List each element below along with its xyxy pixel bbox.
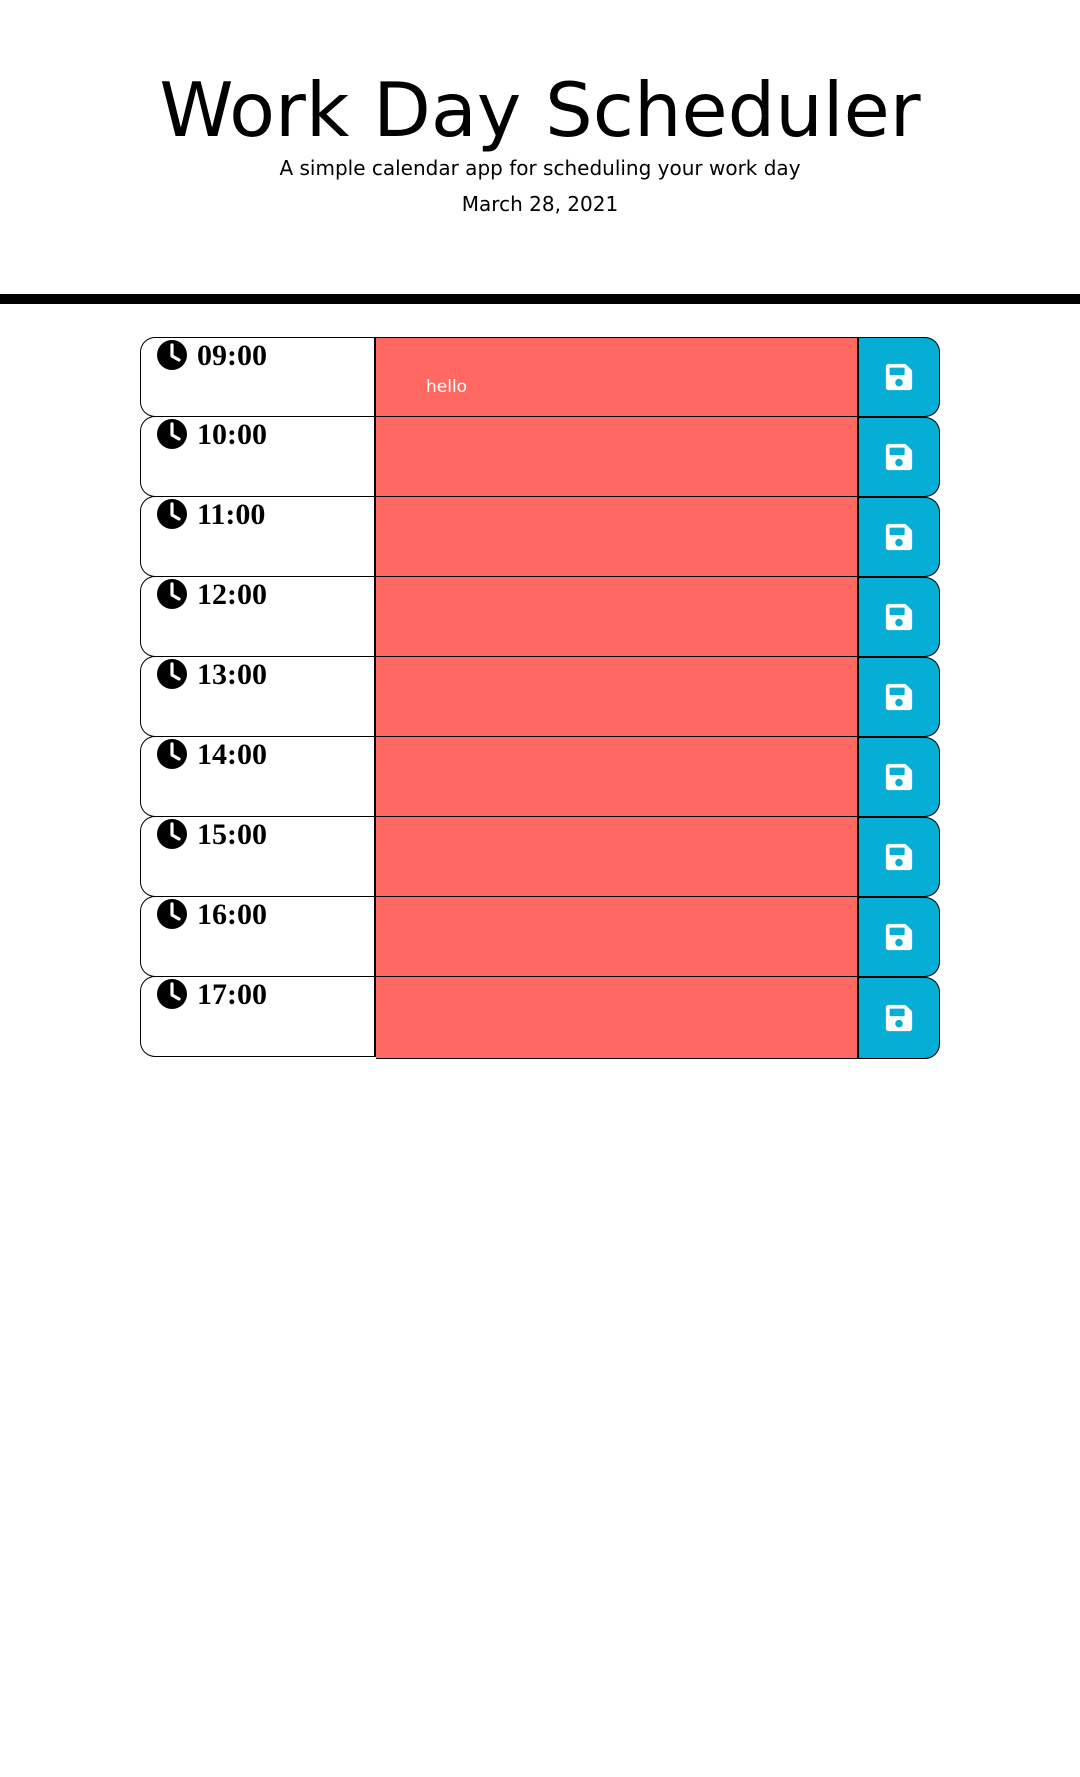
timeblock-row: 14:00 [140, 736, 940, 817]
floppy-disk-icon [885, 1004, 913, 1032]
hour-label: 10:00 [197, 418, 267, 451]
hour-label-cell: 13:00 [140, 656, 376, 737]
timeblock-row: 15:00 [140, 816, 940, 897]
timeblock-row: 11:00 [140, 496, 940, 577]
timeblock-row: 13:00 [140, 656, 940, 737]
floppy-disk-icon [885, 923, 913, 951]
clock-icon [157, 979, 187, 1009]
floppy-disk-icon [885, 363, 913, 391]
hour-label-cell: 15:00 [140, 816, 376, 897]
floppy-disk-icon [885, 443, 913, 471]
timeblock-row: 17:00 [140, 976, 940, 1059]
hour-label: 14:00 [197, 738, 267, 771]
page-subtitle: A simple calendar app for scheduling you… [279, 156, 801, 180]
timeblock-row: 12:00 [140, 576, 940, 657]
hour-label-cell: 10:00 [140, 416, 376, 497]
save-button[interactable] [857, 897, 940, 977]
hour-label-cell: 09:00 [140, 337, 376, 417]
save-button[interactable] [857, 977, 940, 1059]
description-textarea[interactable]: hello [376, 337, 857, 417]
save-button[interactable] [857, 417, 940, 497]
description-textarea[interactable] [376, 497, 857, 577]
hour-label-cell: 16:00 [140, 896, 376, 977]
save-button[interactable] [857, 657, 940, 737]
description-textarea[interactable] [376, 817, 857, 897]
floppy-disk-icon [885, 603, 913, 631]
hour-label: 17:00 [197, 978, 267, 1011]
page-title: Work Day Scheduler [159, 66, 921, 154]
clock-icon [157, 819, 187, 849]
current-date: March 28, 2021 [461, 192, 619, 216]
hour-label-cell: 14:00 [140, 736, 376, 817]
floppy-disk-icon [885, 763, 913, 791]
floppy-disk-icon [885, 523, 913, 551]
jumbotron-header: Work Day Scheduler A simple calendar app… [0, 0, 1080, 296]
timeblock-row: 16:00 [140, 896, 940, 977]
hour-label: 09:00 [197, 339, 267, 372]
save-button[interactable] [857, 337, 940, 417]
hour-label: 11:00 [197, 498, 266, 531]
clock-icon [157, 899, 187, 929]
description-textarea[interactable] [376, 977, 857, 1059]
floppy-disk-icon [885, 843, 913, 871]
clock-icon [157, 340, 187, 370]
hour-label: 15:00 [197, 818, 267, 851]
hour-label: 12:00 [197, 578, 267, 611]
description-textarea[interactable] [376, 737, 857, 817]
timeblock-row: 09:00 hello [140, 337, 940, 417]
floppy-disk-icon [885, 683, 913, 711]
hour-label-cell: 11:00 [140, 496, 376, 577]
hour-label: 13:00 [197, 658, 267, 691]
hour-label-cell: 12:00 [140, 576, 376, 657]
timeblock-row: 10:00 [140, 416, 940, 497]
save-button[interactable] [857, 817, 940, 897]
clock-icon [157, 739, 187, 769]
hour-label: 16:00 [197, 898, 267, 931]
description-textarea[interactable] [376, 417, 857, 497]
description-textarea[interactable] [376, 577, 857, 657]
schedule-container: 09:00 hello 10:00 11:00 12:00 13:00 14:0… [140, 337, 940, 1059]
description-textarea[interactable] [376, 897, 857, 977]
clock-icon [157, 579, 187, 609]
save-button[interactable] [857, 497, 940, 577]
description-text: hello [426, 377, 468, 397]
save-button[interactable] [857, 577, 940, 657]
clock-icon [157, 499, 187, 529]
save-button[interactable] [857, 737, 940, 817]
hour-label-cell: 17:00 [140, 976, 376, 1057]
description-textarea[interactable] [376, 657, 857, 737]
clock-icon [157, 659, 187, 689]
header-divider [0, 294, 1080, 304]
clock-icon [157, 419, 187, 449]
